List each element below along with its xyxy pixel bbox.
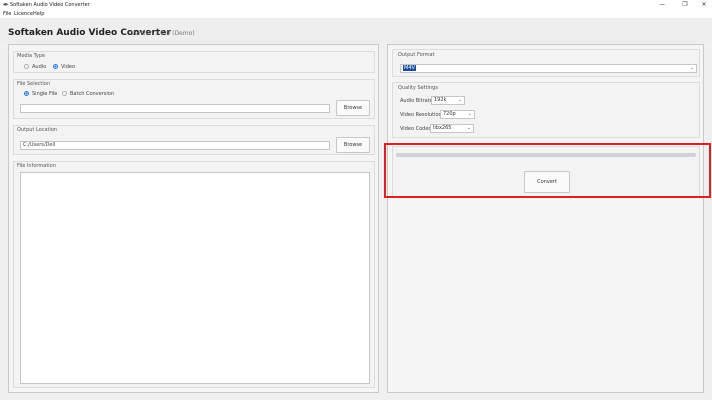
highlight-box [384, 143, 711, 198]
minimize-button[interactable]: — [652, 0, 672, 10]
batch-conversion-radio[interactable] [62, 91, 67, 96]
maximize-button[interactable]: ❐ [675, 0, 695, 10]
audio-radio[interactable] [24, 64, 29, 69]
video-codec-select[interactable]: libx265 ⌄ [430, 124, 474, 133]
chevron-down-icon: ⌄ [689, 65, 694, 71]
file-selection-group: File Selection Single File Batch Convers… [13, 79, 375, 119]
menu-help[interactable]: Help [33, 10, 44, 18]
media-type-label: Media Type [17, 53, 46, 59]
close-button[interactable]: ✕ [694, 0, 712, 10]
chevron-down-icon: ⌄ [457, 97, 462, 103]
menu-file[interactable]: File [3, 10, 11, 18]
browse-file-button[interactable]: Browse [336, 100, 370, 116]
chevron-down-icon: ⌄ [467, 111, 472, 117]
quality-settings-label: Quality Settings [398, 85, 438, 91]
chevron-down-icon: ⌄ [466, 125, 471, 131]
output-format-group: Output Format M4V ⌄ [392, 49, 700, 77]
quality-settings-group: Quality Settings Audio Bitrate: 192k ⌄ V… [392, 82, 700, 138]
right-panel: Output Format M4V ⌄ Quality Settings Aud… [387, 44, 704, 393]
video-resolution-label: Video Resolution: [400, 112, 444, 118]
window-title: Softaken Audio Video Converter [10, 2, 90, 8]
media-type-group: Media Type Audio Video [13, 51, 375, 73]
file-information-textarea[interactable] [20, 172, 370, 384]
file-information-label: File Information [17, 163, 56, 169]
app-version: Version 1.0.0 (Demo) [131, 30, 195, 37]
video-radio[interactable] [53, 64, 58, 69]
menu-bar: File Licence Help [0, 10, 712, 18]
output-location-label: Output Location [17, 127, 58, 133]
single-file-radio[interactable] [24, 91, 29, 96]
audio-bitrate-value: 192k [434, 97, 447, 103]
audio-bitrate-label: Audio Bitrate: [400, 98, 435, 104]
file-information-group: File Information [13, 161, 375, 388]
audio-radio-label: Audio [32, 64, 47, 70]
video-radio-label: Video [61, 64, 76, 70]
browse-output-button[interactable]: Browse [336, 137, 370, 153]
video-resolution-select[interactable]: 720p ⌄ [440, 110, 475, 119]
output-format-label: Output Format [398, 52, 435, 58]
output-format-select[interactable]: M4V ⌄ [400, 64, 697, 73]
file-path-input[interactable] [20, 104, 330, 113]
file-selection-label: File Selection [17, 81, 50, 87]
output-format-value: M4V [403, 65, 416, 71]
output-path-input[interactable]: C:/Users/Dell [20, 141, 330, 150]
audio-bitrate-select[interactable]: 192k ⌄ [431, 96, 465, 105]
video-resolution-value: 720p [443, 111, 456, 117]
video-codec-label: Video Codec: [400, 126, 433, 132]
app-header: Softaken Audio Video Converter Version 1… [0, 18, 712, 44]
output-location-group: Output Location C:/Users/Dell Browse [13, 125, 375, 155]
video-codec-value: libx265 [433, 125, 452, 131]
app-feather-icon: ✒ [3, 1, 9, 9]
menu-licence[interactable]: Licence [14, 10, 33, 18]
left-panel: Media Type Audio Video File Selection Si… [8, 44, 379, 393]
single-file-radio-label: Single File [32, 91, 58, 97]
title-bar: ✒ Softaken Audio Video Converter — ❐ ✕ [0, 0, 712, 10]
batch-conversion-radio-label: Batch Conversion [70, 91, 114, 97]
